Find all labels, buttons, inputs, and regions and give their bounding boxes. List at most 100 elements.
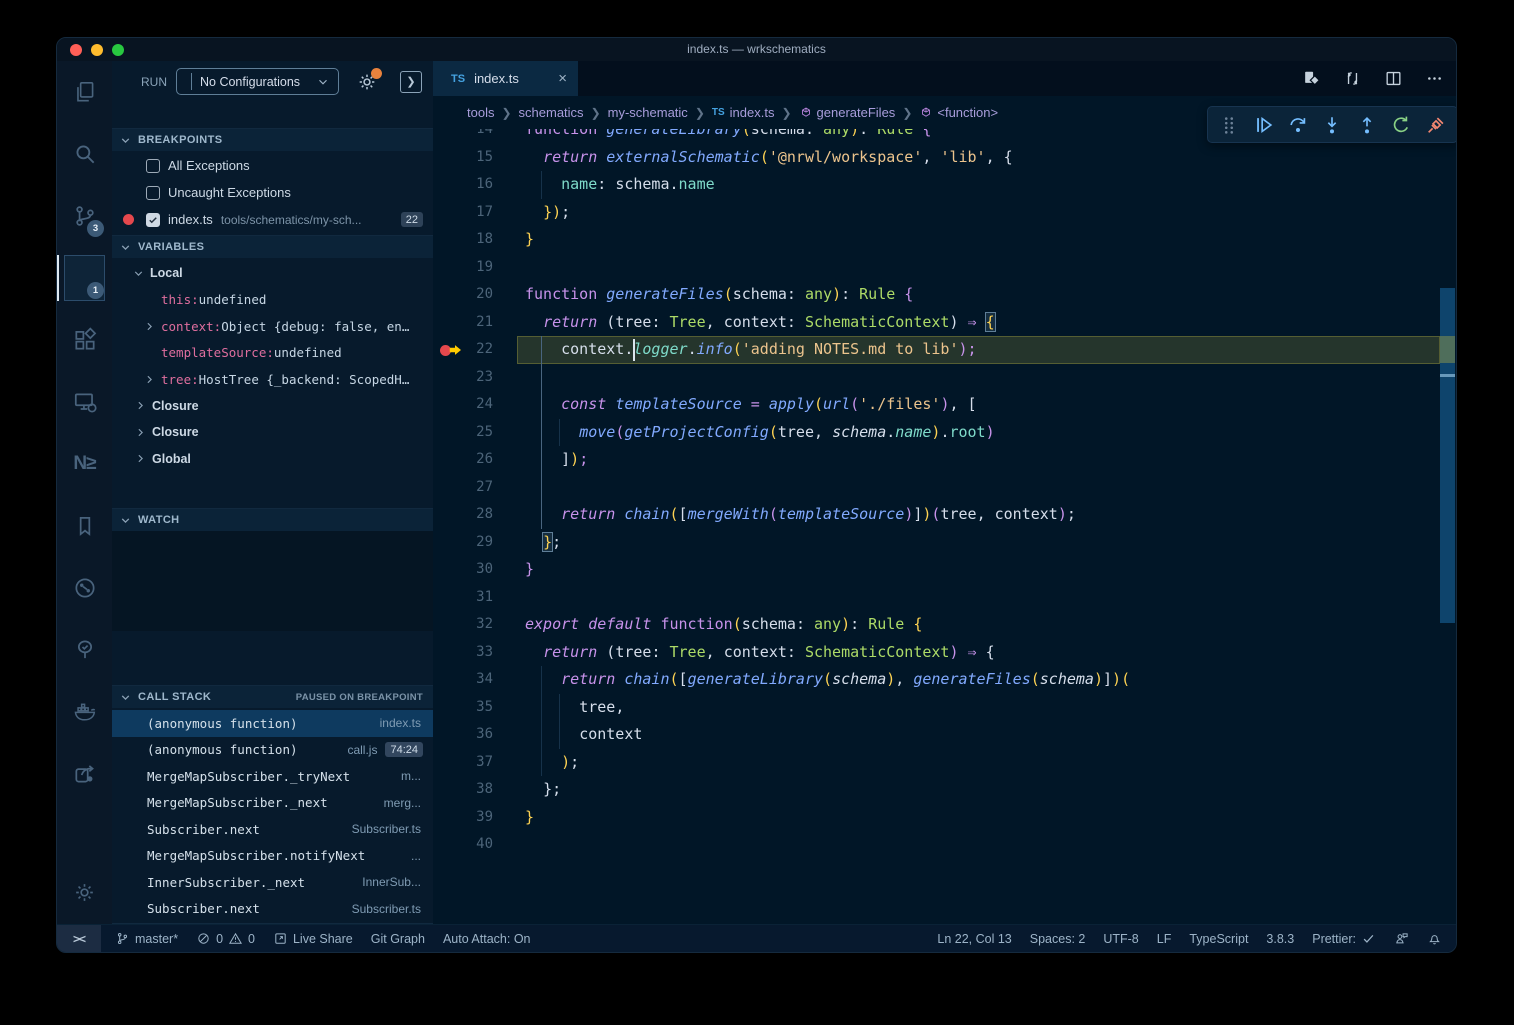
activity-item-live-share[interactable]	[57, 743, 112, 805]
code-line[interactable]: 23	[433, 364, 1456, 392]
activity-item-bookmarks[interactable]	[57, 495, 112, 557]
notifications-item[interactable]	[1427, 931, 1442, 946]
activity-item-test-explorer[interactable]	[57, 619, 112, 681]
breadcrumb-item[interactable]: ❯generateFiles	[774, 105, 895, 120]
auto-attach-item[interactable]: Auto Attach: On	[443, 932, 531, 946]
activity-item-docker[interactable]	[57, 681, 112, 743]
language-mode-item[interactable]: TypeScript	[1189, 932, 1248, 946]
launch-configuration-dropdown[interactable]: No Configurations	[176, 68, 339, 95]
split-editor-icon[interactable]	[1384, 69, 1403, 88]
call-stack-frame[interactable]: MergeMapSubscriber._tryNextm...	[112, 763, 433, 790]
code-line[interactable]: 19	[433, 254, 1456, 282]
call-stack-frame[interactable]: Subscriber.nextSubscriber.ts	[112, 816, 433, 843]
code-line[interactable]: 34 return chain([generateLibrary(schema)…	[433, 666, 1456, 694]
eol-item[interactable]: LF	[1157, 932, 1172, 946]
breadcrumb-item[interactable]: ❯my-schematic	[584, 105, 688, 120]
call-stack-frame[interactable]: MergeMapSubscriber._nextmerg...	[112, 790, 433, 817]
step-into-icon[interactable]	[1319, 112, 1345, 138]
breadcrumb-item[interactable]: ❯TSindex.ts	[688, 105, 775, 120]
code-line[interactable]: 16 name: schema.name	[433, 171, 1456, 199]
activity-item-nx-console[interactable]: N≥	[57, 433, 112, 495]
code-line[interactable]: 17 });	[433, 199, 1456, 227]
code-line[interactable]: 33 return (tree: Tree, context: Schemati…	[433, 639, 1456, 667]
open-changes-icon[interactable]	[1302, 69, 1321, 88]
continue-icon[interactable]	[1251, 112, 1277, 138]
code-line[interactable]: 39}	[433, 804, 1456, 832]
code-line[interactable]: 29 };	[433, 529, 1456, 557]
activity-item-remote-explorer[interactable]	[57, 371, 112, 433]
code-line[interactable]: 35 tree,	[433, 694, 1456, 722]
toolbar-drag-handle[interactable]	[1216, 112, 1242, 138]
code-line[interactable]: 21 return (tree: Tree, context: Schemati…	[433, 309, 1456, 337]
title-bar[interactable]: index.ts — wrkschematics	[57, 38, 1456, 61]
code-line[interactable]: 27	[433, 474, 1456, 502]
code-line[interactable]: 28 return chain([mergeWith(templateSourc…	[433, 501, 1456, 529]
variable-row[interactable]: this: undefined	[112, 287, 433, 314]
code-line[interactable]: 30}	[433, 556, 1456, 584]
feedback-item[interactable]	[1394, 931, 1409, 946]
live-share-item[interactable]: Live Share	[273, 931, 353, 946]
activity-item-search[interactable]	[57, 123, 112, 185]
variables-scope-closure[interactable]: Closure	[112, 419, 433, 446]
code-line[interactable]: 36 context	[433, 721, 1456, 749]
remote-indicator[interactable]: ><	[57, 925, 101, 952]
debug-console-icon[interactable]: ❯	[400, 71, 422, 93]
prettier-item[interactable]: Prettier:	[1312, 931, 1376, 946]
call-stack-frame[interactable]: (anonymous function)index.ts	[112, 710, 433, 737]
breakpoint-checkbox[interactable]	[146, 159, 160, 173]
breadcrumb-item[interactable]: tools	[467, 105, 494, 120]
activity-item-settings[interactable]	[57, 866, 112, 918]
activity-item-git-history[interactable]	[57, 557, 112, 619]
breakpoint-row[interactable]: index.tstools/schematics/my-sch...22	[112, 206, 433, 233]
debug-settings-gear-icon[interactable]	[356, 71, 378, 93]
code-line[interactable]: 15 return externalSchematic('@nrwl/works…	[433, 144, 1456, 172]
tab-index-ts[interactable]: TS index.ts ×	[433, 61, 578, 96]
git-branch-item[interactable]: master*	[115, 931, 178, 946]
call-stack-section-header[interactable]: CALL STACK PAUSED ON BREAKPOINT	[112, 685, 433, 708]
variables-scope-closure[interactable]: Closure	[112, 393, 433, 420]
variables-scope-global[interactable]: Global	[112, 446, 433, 473]
code-line[interactable]: 22 context.logger.info('adding NOTES.md …	[433, 336, 1456, 364]
disconnect-icon[interactable]	[1423, 112, 1449, 138]
call-stack-frame[interactable]: (anonymous function)call.js74:24	[112, 737, 433, 764]
restart-icon[interactable]	[1388, 112, 1414, 138]
variable-row[interactable]: tree: HostTree {_backend: ScopedH…	[112, 366, 433, 393]
breakpoint-checkbox[interactable]	[146, 186, 160, 200]
step-out-icon[interactable]	[1354, 112, 1380, 138]
code-line[interactable]: 20function generateFiles(schema: any): R…	[433, 281, 1456, 309]
activity-item-extensions[interactable]	[57, 309, 112, 371]
breakpoint-row[interactable]: Uncaught Exceptions	[112, 179, 433, 206]
more-actions-icon[interactable]	[1425, 69, 1444, 88]
cursor-position-item[interactable]: Ln 22, Col 13	[937, 932, 1011, 946]
ts-version-item[interactable]: 3.8.3	[1266, 932, 1294, 946]
breakpoint-row[interactable]: All Exceptions	[112, 152, 433, 179]
activity-item-source-control[interactable]: 3	[57, 185, 112, 247]
call-stack-frame[interactable]: InnerSubscriber._nextInnerSub...	[112, 869, 433, 896]
code-line[interactable]: 25 move(getProjectConfig(tree, schema.na…	[433, 419, 1456, 447]
step-over-icon[interactable]	[1285, 112, 1311, 138]
indentation-item[interactable]: Spaces: 2	[1030, 932, 1086, 946]
code-line[interactable]: 40	[433, 831, 1456, 859]
call-stack-frame[interactable]: MergeMapSubscriber.notifyNext...	[112, 843, 433, 870]
call-stack-frame[interactable]: Subscriber.nextSubscriber.ts	[112, 896, 433, 923]
code-line[interactable]: 31	[433, 584, 1456, 612]
variable-row[interactable]: templateSource: undefined	[112, 340, 433, 367]
code-line[interactable]: 37 );	[433, 749, 1456, 777]
variables-scope-local[interactable]: Local	[112, 260, 433, 287]
encoding-item[interactable]: UTF-8	[1103, 932, 1138, 946]
close-tab-icon[interactable]: ×	[558, 70, 567, 87]
code-line[interactable]: 38 };	[433, 776, 1456, 804]
code-line[interactable]: 18}	[433, 226, 1456, 254]
activity-item-explorer[interactable]	[57, 61, 112, 123]
variables-section-header[interactable]: VARIABLES	[112, 235, 433, 258]
problems-item[interactable]: 0 0	[196, 931, 255, 946]
activity-item-run-debug[interactable]: 1	[57, 247, 112, 309]
code-line[interactable]: 24 const templateSource = apply(url('./f…	[433, 391, 1456, 419]
code-line[interactable]: 32export default function(schema: any): …	[433, 611, 1456, 639]
compare-changes-icon[interactable]	[1343, 69, 1362, 88]
breakpoint-checkbox[interactable]	[146, 213, 160, 227]
git-graph-item[interactable]: Git Graph	[371, 932, 425, 946]
breadcrumb-item[interactable]: ❯schematics	[494, 105, 583, 120]
variable-row[interactable]: context: Object {debug: false, en…	[112, 313, 433, 340]
breakpoints-section-header[interactable]: BREAKPOINTS	[112, 128, 433, 151]
